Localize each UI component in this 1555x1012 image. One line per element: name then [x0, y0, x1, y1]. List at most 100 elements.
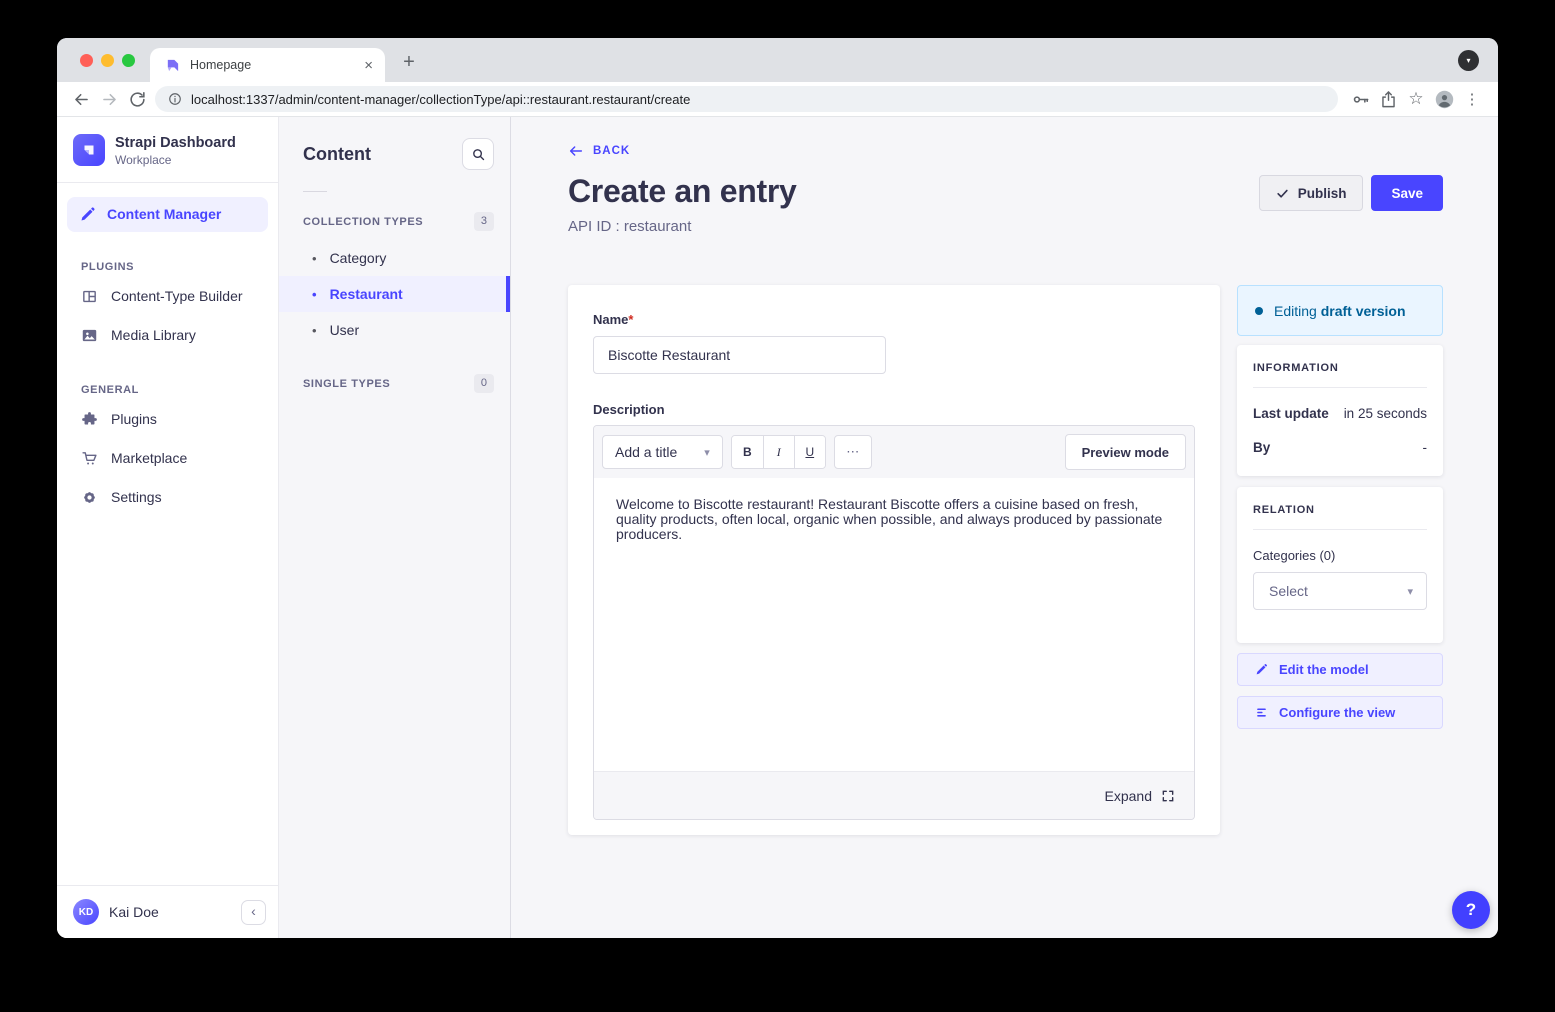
bullet-icon: • — [312, 251, 317, 266]
categories-select-placeholder: Select — [1269, 583, 1308, 599]
workspace-switcher[interactable]: Strapi Dashboard Workplace — [57, 117, 278, 182]
browser-profile-chevron[interactable]: ▾ — [1458, 50, 1479, 71]
main-content: BACK Create an entry Publish Save API ID… — [511, 117, 1498, 938]
sidebar-item-label: Plugins — [111, 411, 157, 427]
bold-button[interactable]: B — [732, 436, 763, 468]
status-dot-icon — [1255, 307, 1263, 315]
gear-icon — [81, 489, 98, 506]
sidebar-item-label: Content-Type Builder — [111, 288, 243, 304]
subnav-title: Content — [303, 144, 371, 165]
divider — [1253, 387, 1427, 388]
categories-field-label: Categories (0) — [1253, 548, 1427, 563]
zoom-window-button[interactable] — [122, 54, 135, 67]
close-tab-icon[interactable]: × — [364, 58, 373, 73]
single-types-label: SINGLE TYPES — [303, 378, 390, 390]
check-icon — [1276, 187, 1289, 200]
sidebar-item-media-library[interactable]: Media Library — [57, 316, 278, 355]
entry-aside: Editing draft version INFORMATION Last u… — [1237, 285, 1443, 729]
user-menu[interactable]: KD Kai Doe — [73, 899, 231, 925]
close-window-button[interactable] — [80, 54, 93, 67]
chevron-down-icon: ▾ — [704, 446, 710, 459]
sidebar-item-content-type-builder[interactable]: Content-Type Builder — [57, 277, 278, 316]
collapse-sidebar-button[interactable]: ‹ — [241, 900, 266, 925]
reload-button[interactable] — [123, 85, 151, 113]
back-arrow-icon — [568, 143, 584, 159]
person-icon — [1435, 90, 1454, 109]
minimize-window-button[interactable] — [101, 54, 114, 67]
title-style-select[interactable]: Add a title ▾ — [602, 435, 723, 469]
collection-types-count: 3 — [474, 212, 494, 231]
collection-type-label: Restaurant — [330, 286, 403, 302]
pencil-icon — [1255, 663, 1268, 676]
reload-icon — [128, 90, 147, 109]
back-link[interactable]: BACK — [568, 143, 630, 159]
back-nav-button[interactable] — [67, 85, 95, 113]
sidebar-item-settings[interactable]: Settings — [57, 478, 278, 517]
sidebar-footer: KD Kai Doe ‹ — [57, 885, 278, 938]
new-tab-button[interactable]: + — [395, 48, 423, 76]
categories-select[interactable]: Select ▾ — [1253, 572, 1427, 610]
forward-nav-button[interactable] — [95, 85, 123, 113]
sidebar-section-general: GENERAL — [81, 384, 278, 396]
collection-types-label: COLLECTION TYPES — [303, 216, 423, 228]
editor-toolbar: Add a title ▾ B I U ⋯ Preview mode — [594, 426, 1194, 478]
main-sidebar: Strapi Dashboard Workplace Content Manag… — [57, 117, 279, 938]
workspace-name: Workplace — [115, 153, 236, 167]
back-arrow-icon — [72, 90, 91, 109]
share-button[interactable] — [1374, 85, 1402, 113]
back-label: BACK — [593, 145, 630, 157]
preview-mode-button[interactable]: Preview mode — [1065, 434, 1186, 470]
collection-type-restaurant[interactable]: • Restaurant — [279, 276, 510, 312]
bullet-icon: • — [312, 287, 317, 302]
api-id-subtitle: API ID : restaurant — [568, 218, 1443, 235]
draft-status-text: Editing draft version — [1274, 303, 1406, 319]
editor-footer: Expand — [594, 771, 1194, 819]
tab-title: Homepage — [190, 58, 364, 72]
address-bar[interactable]: localhost:1337/admin/content-manager/col… — [155, 86, 1338, 112]
divider — [303, 191, 327, 192]
entry-form-card: Name* Description Add a title ▾ B I — [568, 285, 1220, 835]
browser-toolbar: localhost:1337/admin/content-manager/col… — [57, 82, 1498, 117]
name-input[interactable] — [593, 336, 886, 374]
help-button[interactable]: ? — [1452, 891, 1490, 929]
search-button[interactable] — [462, 138, 494, 170]
markdown-editor: Add a title ▾ B I U ⋯ Preview mode Wel — [593, 425, 1195, 820]
bullet-icon: • — [312, 323, 317, 338]
page-title: Create an entry — [568, 173, 797, 210]
publish-button[interactable]: Publish — [1259, 175, 1364, 211]
three-dots-icon: ⋮ — [1465, 90, 1480, 108]
question-mark-icon: ? — [1466, 900, 1476, 920]
sidebar-item-label: Settings — [111, 489, 162, 505]
app-name: Strapi Dashboard — [115, 134, 236, 153]
relation-title: RELATION — [1253, 504, 1427, 516]
browser-tab[interactable]: Homepage × — [150, 48, 385, 82]
collection-type-user[interactable]: • User — [279, 312, 510, 348]
save-button[interactable]: Save — [1371, 175, 1443, 211]
sidebar-item-content-manager[interactable]: Content Manager — [67, 197, 268, 232]
save-label: Save — [1391, 186, 1423, 201]
puzzle-icon — [81, 411, 98, 428]
sidebar-item-label: Media Library — [111, 327, 196, 343]
collection-type-category[interactable]: • Category — [279, 240, 510, 276]
underline-button[interactable]: U — [794, 436, 825, 468]
browser-menu-button[interactable]: ⋮ — [1458, 85, 1486, 113]
expand-icon[interactable] — [1161, 789, 1175, 803]
title-style-value: Add a title — [615, 444, 677, 460]
sidebar-item-marketplace[interactable]: Marketplace — [57, 439, 278, 478]
browser-profile-button[interactable] — [1430, 85, 1458, 113]
password-manager-button[interactable] — [1346, 85, 1374, 113]
bookmark-button[interactable]: ☆ — [1402, 85, 1430, 113]
configure-view-button[interactable]: Configure the view — [1237, 696, 1443, 729]
sidebar-item-plugins[interactable]: Plugins — [57, 400, 278, 439]
more-formats-button[interactable]: ⋯ — [834, 435, 872, 469]
divider — [57, 182, 278, 183]
description-textarea[interactable]: Welcome to Biscotte restaurant! Restaura… — [594, 478, 1194, 771]
by-row: By - — [1253, 440, 1427, 455]
italic-button[interactable]: I — [763, 436, 794, 468]
content-subnav: Content COLLECTION TYPES 3 • Category • … — [279, 117, 511, 938]
macos-window-controls — [80, 54, 135, 67]
forward-arrow-icon — [100, 90, 119, 109]
edit-model-button[interactable]: Edit the model — [1237, 653, 1443, 686]
ellipsis-icon: ⋯ — [846, 444, 859, 460]
avatar: KD — [73, 899, 99, 925]
